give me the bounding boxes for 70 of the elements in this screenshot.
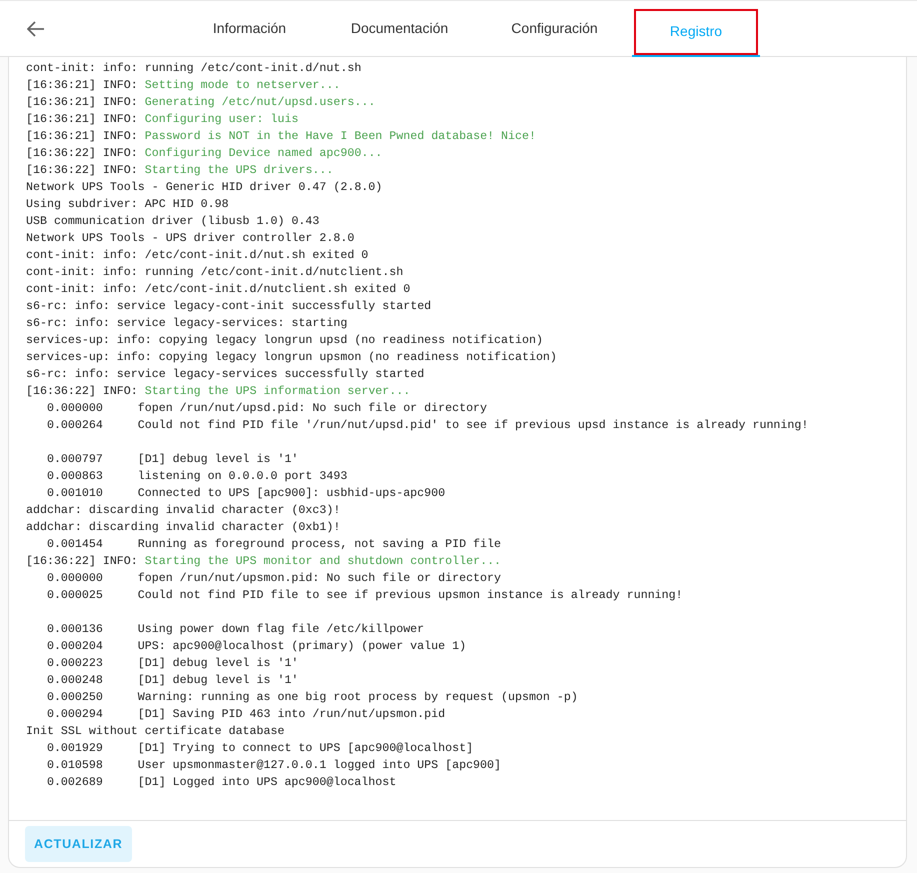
log-timestamp: 0.002689 [46, 775, 104, 791]
log-timestamp: 0.000223 [46, 656, 104, 672]
log-prefix: [16:36:22] INFO: [26, 555, 138, 568]
log-line: s6-rc: info: service legacy-cont-init successfully started [26, 300, 432, 313]
tab[interactable]: Configuración [477, 1, 632, 56]
log-message: Connected to UPS [apc900]: usbhid-ups-apc900 [138, 487, 446, 500]
log-message: fopen /run/nut/upsmon.pid: No such file or directory [138, 572, 501, 585]
log-prefix: [16:36:22] INFO: [26, 164, 138, 177]
log-timestamp: 0.000863 [46, 469, 104, 485]
log-prefix: [16:36:21] INFO: [26, 113, 138, 126]
log-line: Network UPS Tools - Generic HID driver 0.47 (2.8.0) [26, 181, 382, 194]
log-line: Network UPS Tools - UPS driver controller 2.8.0 [26, 232, 354, 245]
log-line: Using subdriver: APC HID 0.98 [26, 198, 229, 211]
log-line: s6-rc: info: service legacy-services successfully started [26, 368, 424, 381]
log-line: services-up: info: copying legacy longrun upsd (no readiness notification) [26, 334, 543, 347]
log-prefix: [16:36:22] INFO: [26, 147, 138, 160]
log-message: Warning: running as one big root process by request (upsmon -p) [138, 691, 578, 704]
log-line: Init SSL without certificate database [26, 725, 284, 738]
log-line: services-up: info: copying legacy longrun upsmon (no readiness notification) [26, 351, 557, 364]
log-prefix: [16:36:21] INFO: [26, 130, 138, 143]
log-message: Generating /etc/nut/upsd.users... [144, 96, 376, 109]
log-timestamp: 0.001010 [46, 486, 104, 502]
log-line: addchar: discarding invalid character (0xb1)! [26, 521, 340, 534]
log-message: [D1] debug level is '1' [138, 657, 298, 670]
log-message: Could not find PID file to see if previous upsmon instance is already running! [138, 589, 683, 602]
log-line: addchar: discarding invalid character (0xc3)! [26, 504, 340, 517]
log-timestamp: 0.001454 [46, 537, 104, 553]
log-message: [D1] Logged into UPS apc900@localhost [138, 776, 396, 789]
log-timestamp: 0.000248 [46, 673, 104, 689]
log-message: User upsmonmaster@127.0.0.1 logged into UPS [apc900] [138, 759, 501, 772]
log-line: USB communication driver (libusb 1.0) 0.43 [26, 215, 320, 228]
log-timestamp: 0.000000 [46, 571, 104, 587]
log-timestamp: 0.000000 [46, 401, 104, 417]
back-arrow-icon [27, 20, 45, 36]
log-message: [D1] debug level is '1' [138, 453, 298, 466]
log-message: [D1] debug level is '1' [138, 674, 298, 687]
log-line: cont-init: info: /etc/cont-init.d/nut.sh exited 0 [26, 249, 368, 262]
log-message: Running as foreground process, not saving a PID file [138, 538, 501, 551]
log-timestamp: 0.000250 [46, 690, 104, 706]
log-timestamp: 0.000264 [46, 418, 104, 434]
tab[interactable]: Información [177, 1, 322, 56]
log-timestamp: 0.000204 [46, 639, 104, 655]
log-message: Starting the UPS information server... [144, 385, 410, 398]
log-message: UPS: apc900@localhost (primary) (power value 1) [138, 640, 466, 653]
log-message: Setting mode to netserver... [144, 79, 340, 92]
tab[interactable]: Documentación [322, 1, 477, 56]
log-prefix: [16:36:21] INFO: [26, 79, 138, 92]
log-message: Configuring user: luis [144, 113, 298, 126]
log-timestamp: 0.001929 [46, 741, 104, 757]
log-timestamp: 0.000136 [46, 622, 104, 638]
log-message: listening on 0.0.0.0 port 3493 [138, 470, 348, 483]
log-line: cont-init: info: /etc/cont-init.d/nutclient.sh exited 0 [26, 283, 410, 296]
log-message: fopen /run/nut/upsd.pid: No such file or directory [138, 402, 488, 415]
log-message: Could not find PID file '/run/nut/upsd.pid' to see if previous upsd instance is already running! [138, 419, 808, 432]
log-line: cont-init: info: running /etc/cont-init.d/nutclient.sh [26, 266, 404, 279]
log-prefix: [16:36:22] INFO: [26, 385, 138, 398]
log-message: Starting the UPS drivers... [144, 164, 334, 177]
log-message: [D1] Saving PID 463 into /run/nut/upsmon.pid [138, 708, 446, 721]
log-timestamp: 0.010598 [46, 758, 104, 774]
log-timestamp: 0.000797 [46, 452, 104, 468]
log-line: cont-init: info: running /etc/cont-init.d/nut.sh [26, 62, 362, 75]
log-timestamp: 0.000025 [46, 588, 104, 604]
log-message: Using power down flag file /etc/killpower [138, 623, 424, 636]
log-line: s6-rc: info: service legacy-services: starting [26, 317, 348, 330]
log-message: Configuring Device named apc900... [144, 147, 382, 160]
log-prefix: [16:36:21] INFO: [26, 96, 138, 109]
log-message: [D1] Trying to connect to UPS [apc900@localhost] [138, 742, 474, 755]
log-message: Starting the UPS monitor and shutdown controller... [144, 555, 502, 568]
log-message: Password is NOT in the Have I Been Pwned database! Nice! [144, 130, 536, 143]
log-timestamp: 0.000294 [46, 707, 104, 723]
